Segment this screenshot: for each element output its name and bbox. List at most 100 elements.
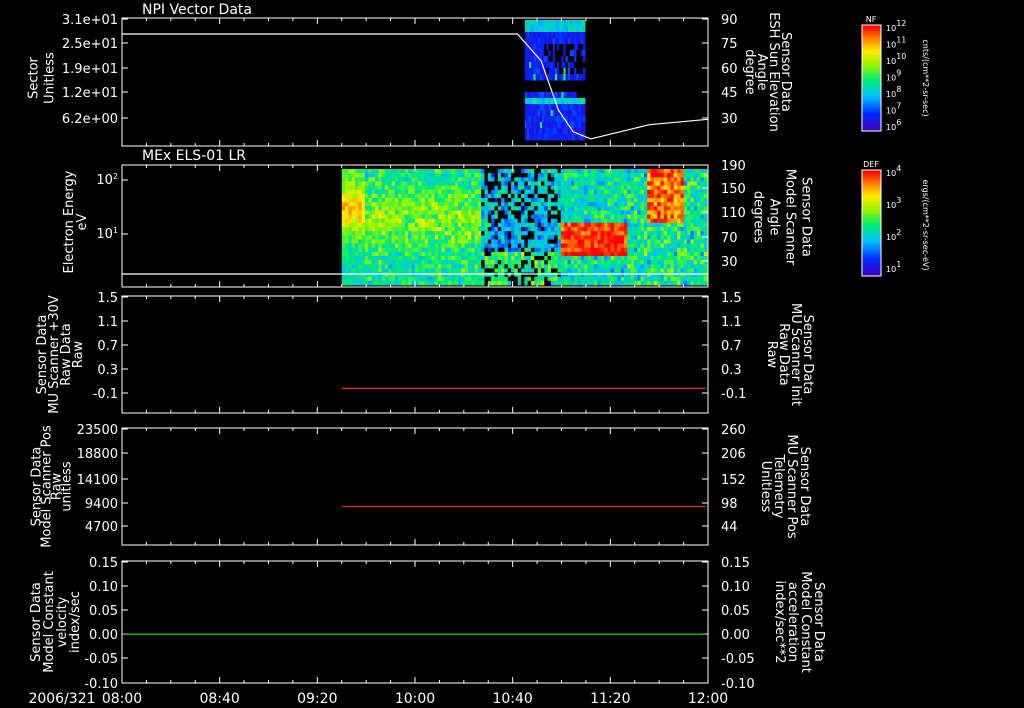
heatmap-cell — [348, 206, 353, 211]
heatmap-cell — [434, 243, 439, 249]
heatmap-cell — [647, 280, 651, 286]
heatmap-cell — [494, 202, 499, 207]
heatmap-cell — [647, 189, 651, 195]
heatmap-cell — [474, 210, 479, 215]
colorbar-cell — [862, 80, 881, 84]
heatmap-cell — [394, 189, 399, 195]
heatmap-cell — [454, 177, 459, 182]
heatmap-cell — [693, 268, 698, 273]
heatmap-cell — [614, 210, 618, 215]
heatmap-cell — [467, 272, 472, 278]
heatmap-cell — [700, 202, 705, 207]
heatmap-cell — [428, 189, 432, 195]
heatmap-cell — [604, 202, 608, 207]
heatmap-cell — [582, 50, 586, 57]
heatmap-cell — [531, 243, 535, 249]
colorbar-cell — [862, 88, 881, 92]
heatmap-cell — [693, 173, 698, 178]
heatmap-cell — [361, 276, 366, 282]
heatmap-cell — [687, 272, 691, 278]
heatmap-cell — [663, 243, 668, 249]
heatmap-cell — [623, 218, 628, 224]
heatmap-cell — [418, 206, 422, 211]
heatmap-cell — [590, 185, 595, 191]
heatmap-cell — [441, 169, 446, 174]
heatmap-cell — [617, 206, 622, 211]
heatmap-cell — [428, 260, 432, 265]
heatmap-cell — [411, 247, 416, 253]
heatmap-cell — [670, 169, 675, 174]
heatmap-cell — [438, 239, 442, 244]
heatmap-cell — [574, 256, 578, 261]
heatmap-cell — [673, 272, 678, 278]
heatmap-cell — [504, 272, 509, 278]
heatmap-cell — [398, 210, 402, 215]
heatmap-cell — [683, 264, 688, 269]
heatmap-cell — [540, 193, 545, 199]
heatmap-cell — [504, 247, 509, 253]
heatmap-cell — [547, 239, 552, 244]
heatmap-cell — [378, 214, 382, 220]
heatmap-cell — [451, 198, 456, 203]
heatmap-cell — [524, 227, 529, 232]
heatmap-cell — [454, 214, 459, 220]
heatmap-cell — [610, 189, 615, 195]
heatmap-cell — [467, 193, 472, 199]
heatmap-cell — [594, 227, 598, 232]
heatmap-cell — [531, 264, 535, 269]
heatmap-cell — [584, 235, 588, 240]
heatmap-cell — [574, 185, 578, 191]
heatmap-cell — [687, 210, 691, 215]
heatmap-cell — [600, 243, 605, 249]
heatmap-cell — [653, 185, 658, 191]
heatmap-cell — [590, 268, 595, 273]
heatmap-cell — [421, 227, 426, 232]
heatmap-cell — [398, 214, 402, 220]
heatmap-cell — [454, 181, 459, 186]
heatmap-cell — [577, 264, 582, 269]
heatmap-cell — [521, 268, 525, 273]
heatmap-cell — [537, 268, 542, 273]
heatmap-cell — [358, 206, 363, 211]
heatmap-cell — [471, 185, 475, 191]
heatmap-cell — [404, 272, 409, 278]
heatmap-cell — [517, 222, 522, 228]
heatmap-cell — [358, 214, 363, 220]
heatmap-cell — [514, 202, 519, 207]
heatmap-cell — [358, 218, 363, 224]
heatmap-cell — [687, 280, 691, 286]
heatmap-cell — [441, 272, 446, 278]
heatmap-cell — [514, 239, 519, 244]
heatmap-cell — [511, 177, 515, 182]
heatmap-cell — [590, 193, 595, 199]
colorbar-cell — [862, 262, 881, 266]
heatmap-cell — [590, 251, 595, 257]
heatmap-cell — [590, 272, 595, 278]
heatmap-cell — [633, 272, 638, 278]
heatmap-cell — [514, 210, 519, 215]
heatmap-cell — [388, 222, 392, 228]
heatmap-cell — [527, 198, 532, 203]
heatmap-cell — [683, 202, 688, 207]
heatmap-cell — [527, 185, 532, 191]
heatmap-cell — [464, 264, 469, 269]
heatmap-cell — [504, 181, 509, 186]
heatmap-cell — [537, 243, 542, 249]
heatmap-cell — [690, 198, 695, 203]
heatmap-cell — [487, 218, 492, 224]
heatmap-cell — [607, 243, 612, 249]
heatmap-cell — [534, 193, 539, 199]
heatmap-cell — [594, 256, 598, 261]
heatmap-cell — [703, 280, 708, 286]
heatmap-cell — [428, 210, 432, 215]
heatmap-cell — [614, 272, 618, 278]
heatmap-cell — [557, 193, 562, 199]
heatmap-cell — [600, 227, 605, 232]
heatmap-cell — [570, 193, 575, 199]
heatmap-cell — [497, 210, 502, 215]
heatmap-cell — [600, 169, 605, 174]
heatmap-cell — [647, 210, 651, 215]
heatmap-cell — [394, 231, 399, 236]
heatmap-cell — [477, 231, 482, 236]
heatmap-cell — [590, 189, 595, 195]
